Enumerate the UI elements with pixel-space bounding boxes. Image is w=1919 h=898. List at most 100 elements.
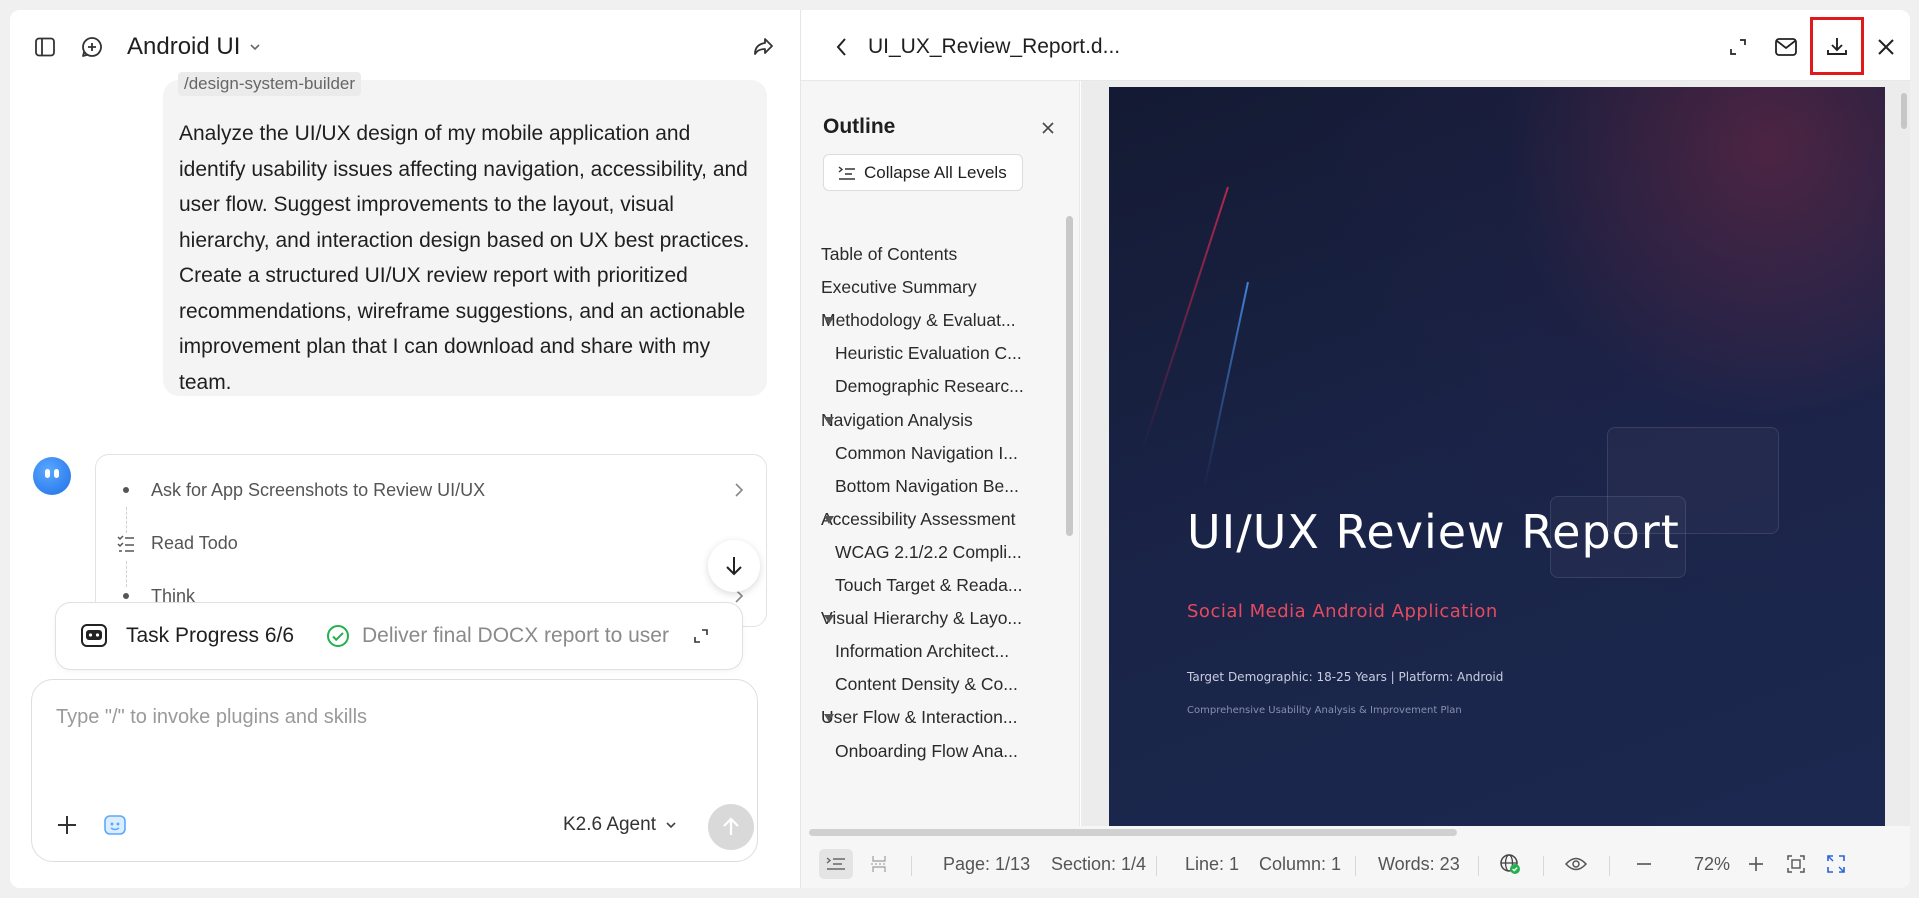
collapse-all-levels-button[interactable]: Collapse All Levels bbox=[823, 154, 1023, 191]
horizontal-scrollbar-thumb[interactable] bbox=[809, 829, 1457, 836]
document-canvas: UI/UX Review Report Social Media Android… bbox=[1081, 81, 1910, 826]
globe-check-icon bbox=[1500, 854, 1520, 874]
caret-down-icon[interactable] bbox=[824, 515, 834, 524]
document-panel: UI_UX_Review_Report.d... Outline Collaps… bbox=[801, 10, 1910, 888]
zoom-level[interactable]: 72% bbox=[1694, 840, 1730, 888]
language-button[interactable] bbox=[1493, 849, 1527, 879]
chevron-down-icon bbox=[666, 822, 676, 829]
close-document-button[interactable] bbox=[1871, 32, 1901, 62]
eye-icon bbox=[1565, 857, 1587, 871]
step-ask-screenshots[interactable]: Ask for App Screenshots to Review UI/UX bbox=[96, 475, 766, 505]
step-label: Read Todo bbox=[151, 532, 238, 553]
horizontal-scrollbar bbox=[801, 826, 1910, 840]
outline-scrollbar[interactable] bbox=[1066, 216, 1073, 536]
decorative-line bbox=[1203, 281, 1249, 488]
chat-panel: Android UI Analyze the UI/UX design of m… bbox=[10, 10, 800, 888]
robot-icon bbox=[81, 624, 107, 647]
fullscreen-button[interactable] bbox=[1819, 849, 1853, 879]
user-message-text: Analyze the UI/UX design of my mobile ap… bbox=[179, 122, 750, 394]
outline-item[interactable]: Table of Contents bbox=[821, 241, 1029, 267]
outline-item[interactable]: WCAG 2.1/2.2 Compli... bbox=[835, 539, 1029, 565]
outline-item[interactable]: Methodology & Evaluat... bbox=[821, 307, 1029, 333]
skills-icon[interactable] bbox=[102, 812, 128, 838]
step-read-todo[interactable]: Read Todo bbox=[96, 528, 766, 558]
page-indicator: Page: 1/13 bbox=[943, 853, 1031, 874]
plus-icon bbox=[58, 816, 76, 834]
outline-item[interactable]: Navigation Analysis bbox=[821, 407, 1029, 433]
app-window: Android UI Analyze the UI/UX design of m… bbox=[10, 10, 1910, 888]
cover-subtitle: Social Media Android Application bbox=[1187, 601, 1498, 622]
close-icon bbox=[1878, 39, 1894, 55]
outline-toggle-button[interactable] bbox=[819, 849, 853, 879]
bullet-icon bbox=[123, 487, 129, 493]
zoom-in-button[interactable] bbox=[1739, 849, 1773, 879]
caret-down-icon[interactable] bbox=[824, 714, 834, 723]
task-progress-label: Task Progress 6/6 bbox=[126, 624, 295, 647]
outline-item[interactable]: Bottom Navigation Be... bbox=[835, 473, 1029, 499]
assistant-avatar bbox=[33, 457, 71, 495]
arrow-down-icon bbox=[726, 557, 742, 576]
agent-selector-label: K2.6 Agent bbox=[563, 814, 656, 835]
page-layout-button[interactable] bbox=[862, 849, 896, 879]
agent-selector[interactable]: K2.6 Agent bbox=[563, 810, 678, 840]
outline-item[interactable]: Content Density & Co... bbox=[835, 671, 1029, 697]
page-break-icon bbox=[871, 856, 887, 872]
column-indicator: Column: 1 bbox=[1259, 853, 1342, 874]
bullet-icon bbox=[123, 593, 129, 599]
outline-item[interactable]: Information Architect... bbox=[835, 638, 1029, 664]
sidebar-toggle-icon[interactable] bbox=[30, 32, 60, 62]
outline-item[interactable]: Common Navigation I... bbox=[835, 440, 1029, 466]
expand-icon[interactable] bbox=[692, 627, 710, 645]
plus-icon bbox=[1749, 857, 1763, 871]
outline-item[interactable]: Heuristic Evaluation C... bbox=[835, 340, 1029, 366]
outline-item[interactable]: Executive Summary bbox=[821, 274, 1029, 300]
cover-page: UI/UX Review Report Social Media Android… bbox=[1109, 87, 1885, 826]
caret-down-icon[interactable] bbox=[824, 615, 834, 624]
command-chip: /design-system-builder bbox=[178, 72, 362, 96]
new-chat-icon[interactable] bbox=[77, 32, 107, 62]
caret-down-icon[interactable] bbox=[824, 416, 834, 425]
minus-icon bbox=[1637, 863, 1651, 865]
download-highlight-box bbox=[1810, 17, 1864, 75]
outline-item[interactable]: Touch Target & Reada... bbox=[835, 572, 1029, 598]
line-indicator: Line: 1 bbox=[1185, 853, 1240, 874]
outline-item[interactable]: Onboarding Flow Ana... bbox=[835, 738, 1029, 764]
chevron-right-icon bbox=[735, 483, 744, 497]
conversation-title[interactable]: Android UI bbox=[127, 32, 262, 62]
expand-icon bbox=[1730, 39, 1746, 55]
outline-item[interactable]: Demographic Researc... bbox=[835, 373, 1029, 399]
share-icon[interactable] bbox=[748, 32, 778, 62]
zoom-out-button[interactable] bbox=[1627, 849, 1661, 879]
message-composer: K2.6 Agent bbox=[31, 679, 758, 862]
email-button[interactable] bbox=[1771, 32, 1801, 62]
task-current-item: Deliver final DOCX report to user bbox=[362, 624, 669, 647]
close-outline-button[interactable] bbox=[1036, 116, 1060, 140]
status-bar: Page: 1/13 Section: 1/4 Line: 1 Column: … bbox=[801, 840, 1910, 888]
checklist-icon bbox=[117, 535, 134, 552]
caret-down-icon[interactable] bbox=[824, 317, 834, 326]
send-button[interactable] bbox=[708, 804, 754, 850]
cover-title: UI/UX Review Report bbox=[1187, 505, 1680, 559]
outline-title: Outline bbox=[823, 115, 896, 138]
outline-item[interactable]: User Flow & Interaction... bbox=[821, 704, 1029, 730]
arrow-up-icon bbox=[723, 817, 739, 835]
outline-item[interactable]: Visual Hierarchy & Layo... bbox=[821, 605, 1029, 631]
document-title: UI_UX_Review_Report.d... bbox=[868, 35, 1121, 58]
scroll-to-bottom-button[interactable] bbox=[708, 540, 760, 592]
outline-item[interactable]: Accessibility Assessment bbox=[821, 506, 1029, 532]
add-attachment-button[interactable] bbox=[52, 810, 82, 840]
outline-pane: Outline Collapse All Levels Table of Con… bbox=[801, 81, 1080, 826]
fit-page-button[interactable] bbox=[1779, 849, 1813, 879]
decorative-line bbox=[1140, 186, 1229, 454]
task-progress-bar[interactable]: Task Progress 6/6 Deliver final DOCX rep… bbox=[55, 602, 743, 670]
message-input[interactable] bbox=[56, 702, 716, 732]
read-mode-button[interactable] bbox=[1559, 849, 1593, 879]
back-button[interactable] bbox=[827, 32, 857, 62]
collapse-list-icon bbox=[838, 165, 855, 180]
collapse-all-label: Collapse All Levels bbox=[864, 162, 1007, 182]
document-vertical-scrollbar[interactable] bbox=[1901, 93, 1907, 129]
cover-description: Comprehensive Usability Analysis & Impro… bbox=[1187, 705, 1462, 716]
open-external-button[interactable] bbox=[1723, 32, 1753, 62]
conversation-title-text: Android UI bbox=[127, 33, 241, 60]
mail-icon bbox=[1775, 38, 1797, 56]
